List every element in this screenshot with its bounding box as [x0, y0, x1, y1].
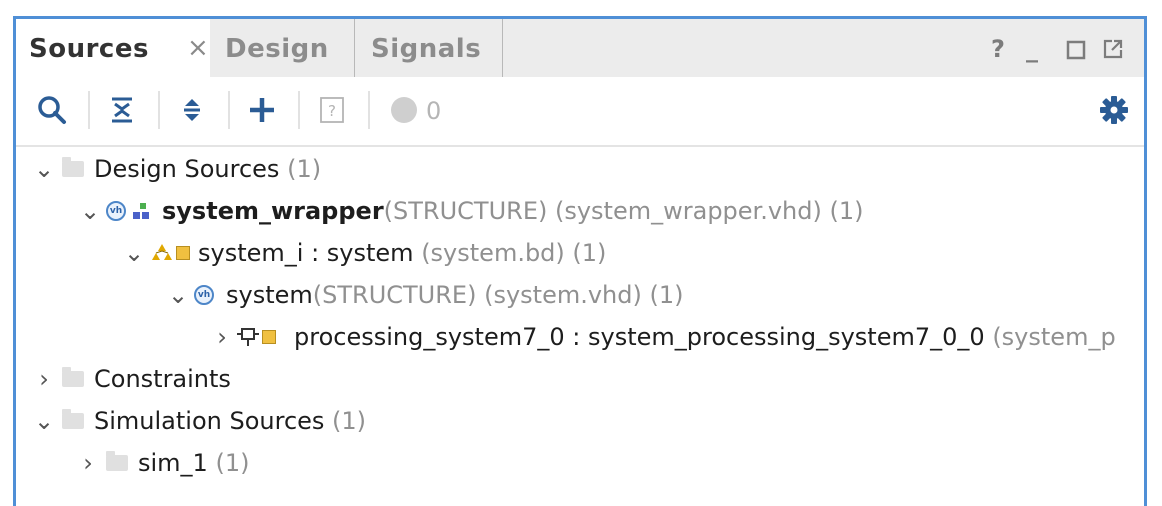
toolbar-divider — [298, 91, 300, 129]
search-button[interactable] — [32, 90, 72, 130]
settings-button[interactable] — [1094, 90, 1134, 130]
chevron-down-icon[interactable]: ⌄ — [124, 239, 144, 267]
tab-design[interactable]: Design — [210, 19, 355, 77]
node-file: (system.bd) (1) — [421, 239, 607, 267]
float-button[interactable] — [1102, 38, 1124, 66]
message-count: 0 — [426, 97, 442, 125]
chevron-down-icon[interactable]: ⌄ — [34, 155, 54, 183]
tab-signals[interactable]: Signals — [356, 19, 503, 77]
chevron-right-icon[interactable]: › — [34, 365, 54, 393]
tree-node-simulation-sources[interactable]: ⌄ Simulation Sources (1) — [34, 400, 366, 442]
node-file: (system_p — [992, 323, 1116, 351]
collapse-all-icon — [112, 97, 132, 123]
tree-node-system[interactable]: ⌄ vh system (STRUCTURE) (system.vhd) (1) — [168, 274, 684, 316]
tab-design-label: Design — [225, 34, 329, 64]
plus-icon — [250, 98, 274, 122]
node-label: Simulation Sources — [94, 407, 325, 435]
tree-node-constraints[interactable]: › Constraints — [34, 358, 231, 400]
block-marker-icon — [176, 246, 190, 260]
folder-icon — [62, 157, 84, 177]
hierarchy-top-icon — [133, 203, 149, 219]
node-label: processing_system7_0 : system_processing… — [294, 323, 985, 351]
toolbar-divider — [88, 91, 90, 129]
status-circle-icon — [391, 97, 417, 123]
tree-node-sim-1[interactable]: › sim_1 (1) — [78, 442, 249, 484]
tab-sources-label: Sources — [29, 34, 149, 64]
toolbar-divider — [158, 91, 160, 129]
maximize-button[interactable] — [1066, 38, 1086, 66]
collapse-all-button[interactable] — [102, 90, 142, 130]
chevron-down-icon[interactable]: ⌄ — [34, 407, 54, 435]
help-button[interactable]: ? — [991, 35, 1005, 63]
tab-signals-label: Signals — [371, 34, 482, 64]
chevron-down-icon[interactable]: ⌄ — [80, 197, 100, 225]
sources-panel: Sources × Design Signals ? _ ? 0 ⌄ Desig… — [13, 16, 1147, 506]
minimize-button[interactable]: _ — [1026, 35, 1038, 63]
vhdl-file-icon: vh — [194, 285, 214, 305]
toolbar-divider — [368, 91, 370, 129]
expand-all-button[interactable] — [172, 90, 212, 130]
node-label: system_wrapper — [162, 197, 384, 225]
tree-node-system-wrapper[interactable]: ⌄ vh system_wrapper (STRUCTURE) (system_w… — [80, 190, 864, 232]
node-count: (1) — [287, 155, 322, 183]
tab-sources[interactable]: Sources × — [16, 19, 210, 77]
tree-node-system-i[interactable]: ⌄ system_i : system (system.bd) (1) — [124, 232, 606, 274]
vhdl-file-icon: vh — [106, 201, 126, 221]
gear-icon — [1100, 96, 1128, 124]
node-arch: (STRUCTURE) — [383, 197, 548, 225]
ip-core-icon — [237, 328, 259, 346]
messages-indicator[interactable] — [384, 90, 424, 130]
node-arch: (STRUCTURE) — [312, 281, 477, 309]
node-label: Constraints — [94, 365, 231, 393]
float-window-icon — [1103, 39, 1123, 59]
sources-toolbar: ? 0 — [16, 77, 1144, 147]
tab-bar: Sources × Design Signals ? _ — [16, 19, 1144, 77]
chevron-right-icon[interactable]: › — [78, 449, 98, 477]
tree-node-design-sources[interactable]: ⌄ Design Sources (1) — [34, 148, 321, 190]
close-icon[interactable]: × — [187, 33, 209, 63]
node-label: Design Sources — [94, 155, 280, 183]
node-count: (1) — [215, 449, 250, 477]
node-file: (system_wrapper.vhd) (1) — [554, 197, 864, 225]
tree-node-processing-system7[interactable]: › processing_system7_0 : system_processi… — [212, 316, 1116, 358]
search-icon — [38, 96, 66, 124]
node-label: system_i : system — [198, 239, 414, 267]
expand-all-icon — [184, 99, 200, 121]
chevron-right-icon[interactable]: › — [212, 323, 232, 351]
block-marker-icon — [262, 330, 276, 344]
folder-icon — [106, 451, 128, 471]
block-design-icon — [152, 244, 172, 260]
maximize-icon — [1066, 40, 1086, 60]
node-file: (system.vhd) (1) — [484, 281, 684, 309]
question-document-icon: ? — [320, 97, 344, 123]
add-sources-button[interactable] — [242, 90, 282, 130]
node-label: system — [226, 281, 313, 309]
svg-text:?: ? — [328, 102, 336, 120]
chevron-down-icon[interactable]: ⌄ — [168, 281, 188, 309]
folder-icon — [62, 367, 84, 387]
node-count: (1) — [332, 407, 367, 435]
node-label: sim_1 — [138, 449, 208, 477]
folder-icon — [62, 409, 84, 429]
toolbar-divider — [228, 91, 230, 129]
source-properties-button[interactable]: ? — [312, 90, 352, 130]
